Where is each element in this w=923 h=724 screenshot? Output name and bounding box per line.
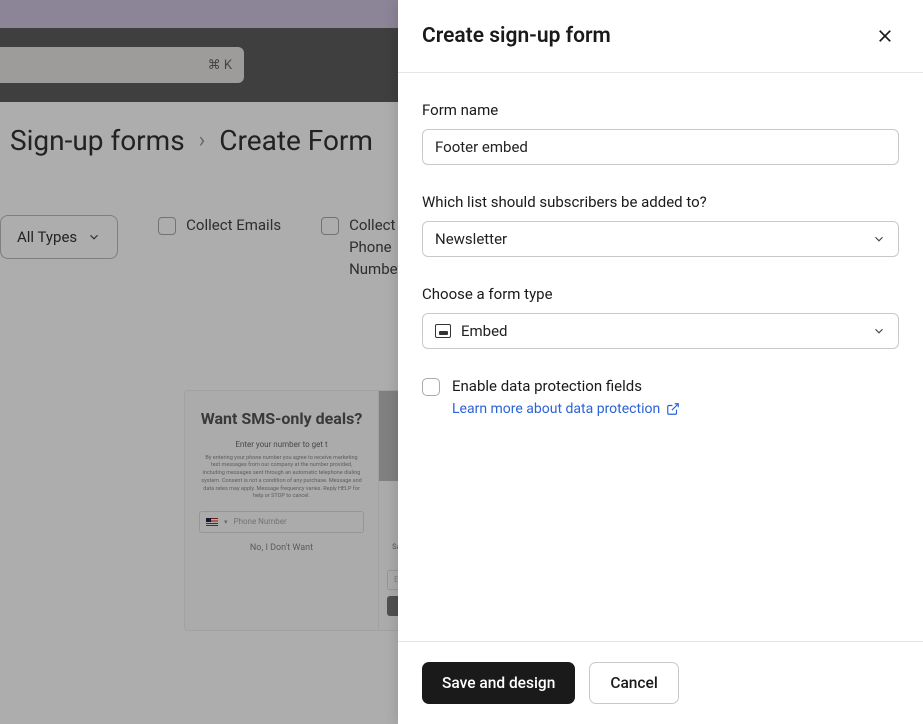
data-protection-label: Enable data protection fields (452, 377, 680, 395)
form-name-label: Form name (422, 101, 899, 119)
learn-more-text: Learn more about data protection (452, 401, 660, 417)
close-button[interactable] (871, 22, 899, 50)
list-selected-value: Newsletter (435, 230, 507, 248)
form-type-selected-value: Embed (461, 322, 508, 340)
cancel-button[interactable]: Cancel (589, 662, 678, 704)
form-name-group: Form name (422, 101, 899, 165)
embed-icon (435, 324, 451, 338)
form-type-group: Choose a form type Embed (422, 285, 899, 349)
external-link-icon (666, 402, 680, 416)
drawer-title: Create sign-up form (422, 24, 611, 48)
save-and-design-button[interactable]: Save and design (422, 662, 575, 704)
form-type-select[interactable]: Embed (422, 313, 899, 349)
create-form-drawer: Create sign-up form Form name Which list… (398, 0, 923, 724)
list-select-label: Which list should subscribers be added t… (422, 193, 899, 211)
drawer-header: Create sign-up form (398, 0, 923, 73)
list-select-group: Which list should subscribers be added t… (422, 193, 899, 257)
list-select[interactable]: Newsletter (422, 221, 899, 257)
chevron-down-icon (872, 324, 886, 338)
data-protection-group: Enable data protection fields Learn more… (422, 377, 899, 417)
drawer-body: Form name Which list should subscribers … (398, 73, 923, 641)
learn-more-link[interactable]: Learn more about data protection (452, 401, 680, 417)
chevron-down-icon (872, 232, 886, 246)
form-type-label: Choose a form type (422, 285, 899, 303)
close-icon (876, 27, 894, 45)
drawer-footer: Save and design Cancel (398, 641, 923, 724)
form-name-input[interactable] (422, 129, 899, 165)
data-protection-checkbox[interactable] (422, 378, 440, 396)
